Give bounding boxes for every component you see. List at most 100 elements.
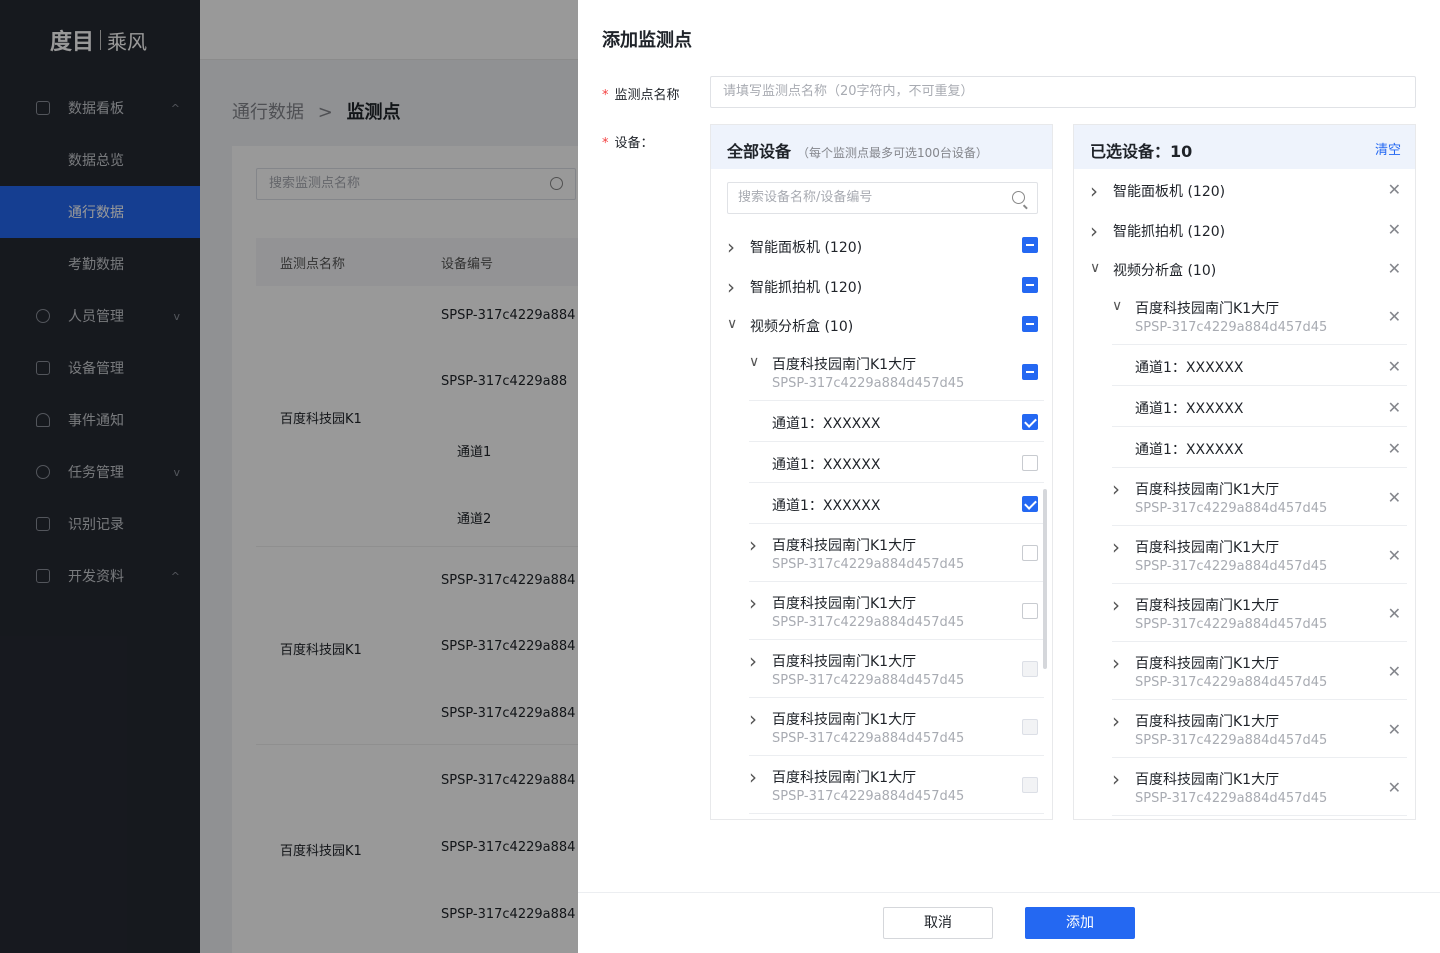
device-code: SPSP-317c4229a884d457d45 <box>772 557 965 572</box>
close-icon[interactable]: ✕ <box>1388 662 1401 681</box>
device-checkbox[interactable] <box>1022 316 1038 332</box>
device-checkbox[interactable] <box>1022 454 1038 471</box>
monitor-name-input[interactable]: 请填写监测点名称（20字符内，不可重复） <box>710 76 1416 108</box>
all-devices-title-text: 全部设备 <box>727 142 792 161</box>
search-icon[interactable] <box>1012 191 1025 204</box>
device-name: 视频分析盒 (10) <box>750 319 854 335</box>
chevron-right-icon[interactable]: › <box>1112 535 1120 559</box>
device-checkbox[interactable] <box>1022 495 1038 512</box>
close-icon[interactable]: ✕ <box>1388 778 1401 797</box>
selected-tree-row[interactable]: 通道1：XXXXXX ✕ <box>1074 345 1415 386</box>
selected-tree-row[interactable]: › 百度科技园南门K1大厅 SPSP-317c4229a884d457d45 ✕ <box>1074 642 1415 700</box>
selected-tree-row[interactable]: › 百度科技园南门K1大厅 SPSP-317c4229a884d457d45 ✕ <box>1074 468 1415 526</box>
chevron-down-icon[interactable]: ∨ <box>1090 260 1100 276</box>
device-name: 百度科技园南门K1大厅 <box>772 596 917 612</box>
device-name: 百度科技园南门K1大厅 <box>772 654 917 670</box>
device-code: SPSP-317c4229a884d457d45 <box>1135 791 1328 806</box>
device-tree-row[interactable]: 通道1：XXXXXX <box>711 442 1052 483</box>
chevron-right-icon[interactable]: › <box>749 649 757 673</box>
device-tree-row[interactable]: › 百度科技园南门K1大厅 SPSP-317c4229a884d457d45 <box>711 756 1052 814</box>
all-devices-panel: 全部设备 （每个监测点最多可选100台设备） 搜索设备名称/设备编号 › 智能面板机… <box>710 124 1053 820</box>
chevron-right-icon[interactable]: › <box>1112 767 1120 791</box>
device-name: 通道1：XXXXXX <box>772 498 881 514</box>
chevron-right-icon[interactable]: › <box>1112 593 1120 617</box>
selected-tree-row[interactable]: ∨ 视频分析盒 (10) ✕ <box>1074 249 1415 287</box>
cancel-button[interactable]: 取消 <box>883 907 993 939</box>
device-search-input[interactable]: 搜索设备名称/设备编号 <box>727 182 1038 214</box>
device-code: SPSP-317c4229a884d457d45 <box>772 731 965 746</box>
close-icon[interactable]: ✕ <box>1388 720 1401 739</box>
device-code: SPSP-317c4229a884d457d45 <box>772 789 965 804</box>
selected-tree-row[interactable]: › 智能抓拍机 (120) ✕ <box>1074 209 1415 249</box>
device-name: 智能抓拍机 (120) <box>750 280 863 296</box>
close-icon[interactable]: ✕ <box>1388 180 1401 199</box>
selected-tree-row[interactable]: ∨ 百度科技园南门K1大厅 SPSP-317c4229a884d457d45 ✕ <box>1074 287 1415 345</box>
device-checkbox[interactable] <box>1022 237 1038 253</box>
device-name: 百度科技园南门K1大厅 <box>772 770 917 786</box>
selected-tree-row[interactable]: › 百度科技园南门K1大厅 SPSP-317c4229a884d457d45 ✕ <box>1074 584 1415 642</box>
selected-tree-row[interactable]: 通道1：XXXXXX ✕ <box>1074 386 1415 427</box>
device-tree-row[interactable]: › 百度科技园南门K1大厅 SPSP-317c4229a884d457d45 <box>711 640 1052 698</box>
chevron-right-icon[interactable]: › <box>1112 651 1120 675</box>
selected-tree-row[interactable]: 通道1：XXXXXX ✕ <box>1074 427 1415 468</box>
selected-tree-row[interactable]: › 百度科技园南门K1大厅 SPSP-317c4229a884d457d45 ✕ <box>1074 526 1415 584</box>
chevron-right-icon[interactable]: › <box>1112 477 1120 501</box>
device-code: SPSP-317c4229a884d457d45 <box>772 376 965 391</box>
close-icon[interactable]: ✕ <box>1388 220 1401 239</box>
chevron-right-icon[interactable]: › <box>749 707 757 731</box>
chevron-right-icon[interactable]: › <box>749 533 757 557</box>
device-name: 百度科技园南门K1大厅 <box>772 538 917 554</box>
close-icon[interactable]: ✕ <box>1388 488 1401 507</box>
row-divider <box>1112 815 1407 816</box>
device-tree-row[interactable]: › 智能抓拍机 (120) <box>711 265 1052 305</box>
selected-tree-row[interactable]: › 百度科技园南门K1大厅 SPSP-317c4229a884d457d45 ✕ <box>1074 700 1415 758</box>
all-devices-header: 全部设备 （每个监测点最多可选100台设备） <box>711 125 1052 169</box>
close-icon[interactable]: ✕ <box>1388 259 1401 278</box>
close-icon[interactable]: ✕ <box>1388 398 1401 417</box>
device-tree-row[interactable]: 通道1：XXXXXX <box>711 401 1052 442</box>
device-checkbox[interactable] <box>1022 277 1038 293</box>
device-checkbox[interactable] <box>1022 413 1038 430</box>
device-tree-row[interactable]: 通道1：XXXXXX <box>711 483 1052 524</box>
selected-tree-row[interactable]: › 百度科技园南门K1大厅 SPSP-317c4229a884d457d45 ✕ <box>1074 758 1415 816</box>
device-tree-row[interactable]: › 智能面板机 (120) <box>711 225 1052 265</box>
drawer-title: 添加监测点 <box>602 30 692 51</box>
close-icon[interactable]: ✕ <box>1388 546 1401 565</box>
add-button[interactable]: 添加 <box>1025 907 1135 939</box>
device-tree-row[interactable]: ∨ 百度科技园南门K1大厅 SPSP-317c4229a884d457d45 <box>711 343 1052 401</box>
chevron-right-icon[interactable]: › <box>727 275 735 299</box>
device-tree-row[interactable]: › 百度科技园南门K1大厅 SPSP-317c4229a884d457d45 <box>711 698 1052 756</box>
chevron-right-icon[interactable]: › <box>727 235 735 259</box>
device-name: 通道1：XXXXXX <box>772 457 881 473</box>
chevron-right-icon[interactable]: › <box>1090 219 1098 243</box>
selected-tree-row[interactable]: › 智能面板机 (120) ✕ <box>1074 169 1415 209</box>
close-icon[interactable]: ✕ <box>1388 604 1401 623</box>
chevron-down-icon[interactable]: ∨ <box>749 354 759 370</box>
device-code: SPSP-317c4229a884d457d45 <box>1135 320 1328 335</box>
scrollbar[interactable] <box>1043 489 1047 669</box>
close-icon[interactable]: ✕ <box>1388 439 1401 458</box>
device-name: 百度科技园南门K1大厅 <box>772 712 917 728</box>
chevron-down-icon[interactable]: ∨ <box>727 316 737 332</box>
device-checkbox[interactable] <box>1022 364 1038 380</box>
device-tree-row[interactable]: › 百度科技园南门K1大厅 SPSP-317c4229a884d457d45 <box>711 524 1052 582</box>
clear-all-button[interactable]: 清空 <box>1375 139 1401 158</box>
chevron-right-icon[interactable]: › <box>749 591 757 615</box>
device-code: SPSP-317c4229a884d457d45 <box>772 615 965 630</box>
device-name: 智能面板机 (120) <box>1113 184 1226 200</box>
device-tree-row[interactable]: ∨ 视频分析盒 (10) <box>711 305 1052 343</box>
close-icon[interactable]: ✕ <box>1388 307 1401 326</box>
device-name: 百度科技园南门K1大厅 <box>772 357 917 373</box>
chevron-right-icon[interactable]: › <box>1090 179 1098 203</box>
chevron-right-icon[interactable]: › <box>749 765 757 789</box>
chevron-right-icon[interactable]: › <box>1112 709 1120 733</box>
device-name: 通道1：XXXXXX <box>772 416 881 432</box>
device-tree-row[interactable]: › 百度科技园南门K1大厅 SPSP-317c4229a884d457d45 <box>711 582 1052 640</box>
close-icon[interactable]: ✕ <box>1388 357 1401 376</box>
device-code: SPSP-317c4229a884d457d45 <box>1135 559 1328 574</box>
device-checkbox[interactable] <box>1022 603 1038 619</box>
chevron-down-icon[interactable]: ∨ <box>1112 298 1122 314</box>
device-checkbox[interactable] <box>1022 545 1038 561</box>
device-code: SPSP-317c4229a884d457d45 <box>1135 733 1328 748</box>
device-name: 百度科技园南门K1大厅 <box>1135 598 1280 614</box>
